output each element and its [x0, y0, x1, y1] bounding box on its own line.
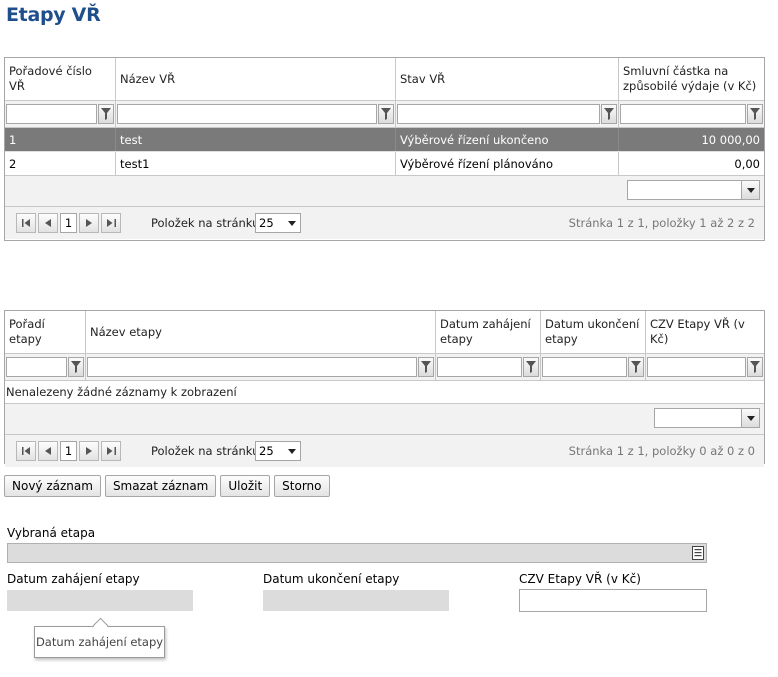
- selected-stage-label: Vybraná etapa: [7, 526, 96, 540]
- start-date-field[interactable]: [7, 590, 193, 611]
- column-header-order[interactable]: Pořadové číslo VŘ: [5, 58, 116, 100]
- delete-record-button[interactable]: Smazat záznam: [104, 475, 217, 497]
- grid-header: Pořadové číslo VŘ Název VŘ Stav VŘ Smluv…: [5, 58, 764, 101]
- pager: 1 Položek na stránku 25 Stránka 1 z 1, p…: [5, 435, 764, 467]
- filter-cell: [5, 354, 86, 380]
- filter-icon[interactable]: [68, 357, 84, 377]
- filter-row: [5, 101, 764, 128]
- filter-input[interactable]: [6, 357, 67, 377]
- first-page-icon[interactable]: [16, 213, 36, 233]
- per-page-value: 25: [259, 216, 274, 230]
- cell-name: test1: [116, 152, 396, 175]
- filter-cell: [619, 101, 764, 127]
- cell-order: 2: [5, 152, 116, 175]
- aggregate-select[interactable]: [627, 180, 760, 200]
- aggregate-select[interactable]: [654, 408, 760, 428]
- table-row[interactable]: 1 test Výběrové řízení ukončeno 10 000,0…: [5, 128, 764, 152]
- per-page-value: 25: [259, 444, 274, 458]
- empty-message: Nenalezeny žádné záznamy k zobrazení: [5, 381, 764, 404]
- filter-cell: [116, 101, 396, 127]
- filter-input[interactable]: [6, 104, 97, 124]
- cell-name: test: [116, 128, 396, 151]
- czv-field[interactable]: [519, 589, 707, 612]
- per-page-select[interactable]: 25: [255, 213, 301, 233]
- prev-page-icon[interactable]: [38, 213, 58, 233]
- column-header-state[interactable]: Stav VŘ: [396, 58, 619, 100]
- czv-label: CZV Etapy VŘ (v Kč): [519, 572, 641, 586]
- current-page[interactable]: 1: [60, 213, 77, 233]
- cancel-button[interactable]: Storno: [274, 475, 330, 497]
- tooltip: Datum zahájení etapy: [34, 617, 165, 658]
- filter-row: [5, 354, 764, 381]
- tooltip-arrow: [92, 617, 109, 634]
- filter-input[interactable]: [397, 104, 600, 124]
- cell-order: 1: [5, 128, 116, 151]
- stages-grid: Pořadí etapy Název etapy Datum zahájení …: [4, 310, 765, 467]
- next-page-icon[interactable]: [79, 441, 99, 461]
- filter-input[interactable]: [87, 357, 417, 377]
- prev-page-icon[interactable]: [38, 441, 58, 461]
- cell-state: Výběrové řízení plánováno: [396, 152, 619, 175]
- filter-icon[interactable]: [98, 104, 114, 124]
- aggregate-row: [5, 176, 764, 207]
- filter-cell: [646, 354, 764, 380]
- column-header-amount[interactable]: Smluvní částka na způsobilé výdaje (v Kč…: [619, 58, 764, 100]
- per-page-select[interactable]: 25: [255, 441, 301, 461]
- first-page-icon[interactable]: [16, 441, 36, 461]
- filter-cell: [396, 101, 619, 127]
- column-header-stage-order[interactable]: Pořadí etapy: [5, 311, 86, 353]
- filter-cell: [436, 354, 541, 380]
- filter-input[interactable]: [437, 357, 522, 377]
- filter-input[interactable]: [542, 357, 627, 377]
- column-header-end-date[interactable]: Datum ukončení etapy: [541, 311, 646, 353]
- cell-amount: 0,00: [734, 156, 760, 171]
- filter-icon[interactable]: [601, 104, 617, 124]
- grid-header: Pořadí etapy Název etapy Datum zahájení …: [5, 311, 764, 354]
- filter-input[interactable]: [620, 104, 746, 124]
- column-header-start-date[interactable]: Datum zahájení etapy: [436, 311, 541, 353]
- end-date-field[interactable]: [263, 590, 449, 611]
- cell-state: Výběrové řízení ukončeno: [396, 128, 619, 151]
- tenders-grid: Pořadové číslo VŘ Název VŘ Stav VŘ Smluv…: [4, 57, 765, 241]
- save-button[interactable]: Uložit: [220, 475, 271, 497]
- filter-icon[interactable]: [747, 104, 763, 124]
- filter-cell: [5, 101, 116, 127]
- aggregate-row: [5, 404, 764, 435]
- per-page-label: Položek na stránku: [151, 216, 260, 230]
- end-date-label: Datum ukončení etapy: [263, 572, 400, 586]
- chevron-down-icon: [288, 449, 296, 454]
- last-page-icon[interactable]: [101, 441, 121, 461]
- action-bar: Nový záznam Smazat záznam Uložit Storno: [4, 475, 334, 497]
- chevron-down-icon[interactable]: [742, 180, 760, 200]
- chevron-down-icon: [288, 221, 296, 226]
- filter-icon[interactable]: [418, 357, 434, 377]
- filter-icon[interactable]: [523, 357, 539, 377]
- filter-input[interactable]: [647, 357, 746, 377]
- column-header-stage-name[interactable]: Název etapy: [86, 311, 436, 353]
- pager-info: Stránka 1 z 1, položky 1 až 2 z 2: [568, 216, 755, 230]
- next-page-icon[interactable]: [79, 213, 99, 233]
- last-page-icon[interactable]: [101, 213, 121, 233]
- page-title: Etapy VŘ: [6, 4, 101, 26]
- selected-stage-field[interactable]: [7, 543, 707, 563]
- filter-icon[interactable]: [747, 357, 763, 377]
- cell-amount: 10 000,00: [701, 132, 760, 147]
- table-row[interactable]: 2 test1 Výběrové řízení plánováno 0,00: [5, 152, 764, 176]
- tooltip-text: Datum zahájení etapy: [35, 635, 164, 649]
- pager-info: Stránka 1 z 1, položky 0 až 0 z 0: [568, 444, 755, 458]
- filter-input[interactable]: [117, 104, 377, 124]
- start-date-label: Datum zahájení etapy: [7, 572, 140, 586]
- pager: 1 Položek na stránku 25 Stránka 1 z 1, p…: [5, 207, 764, 239]
- column-header-czv[interactable]: CZV Etapy VŘ (v Kč): [646, 311, 764, 353]
- per-page-label: Položek na stránku: [151, 444, 260, 458]
- new-record-button[interactable]: Nový záznam: [4, 475, 101, 497]
- filter-cell: [86, 354, 436, 380]
- list-icon[interactable]: [692, 546, 704, 560]
- chevron-down-icon[interactable]: [742, 408, 760, 428]
- filter-icon[interactable]: [378, 104, 394, 124]
- column-header-name[interactable]: Název VŘ: [116, 58, 396, 100]
- filter-icon[interactable]: [628, 357, 644, 377]
- current-page[interactable]: 1: [60, 441, 77, 461]
- filter-cell: [541, 354, 646, 380]
